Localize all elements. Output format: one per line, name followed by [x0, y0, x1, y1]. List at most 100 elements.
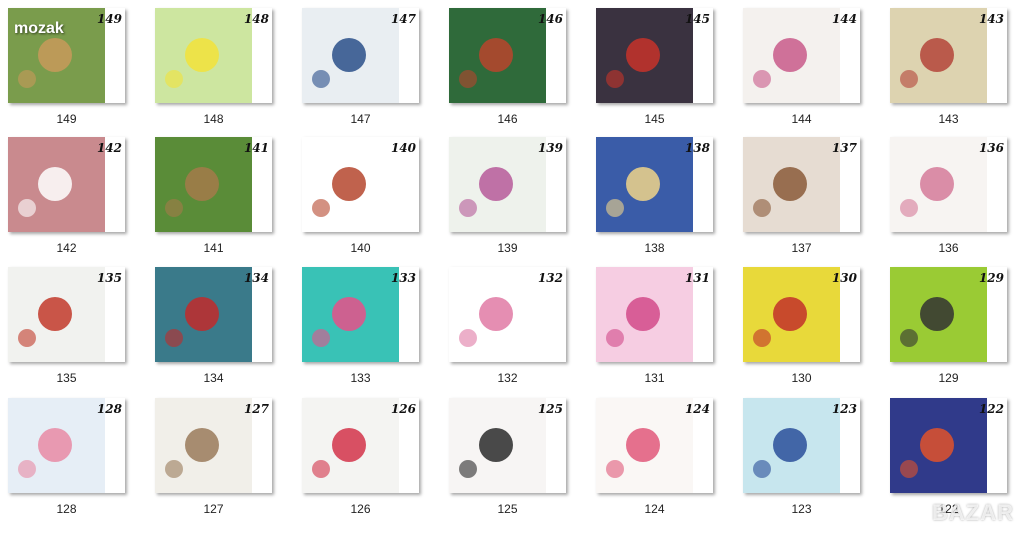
napkin-item[interactable]: 134 134 — [155, 267, 295, 393]
napkin-thumbnail[interactable]: 128 — [8, 398, 125, 493]
artwork-motif — [606, 460, 624, 478]
item-caption: 123 — [791, 502, 812, 516]
napkin-item[interactable]: 130 130 — [743, 267, 883, 393]
item-number-label: 148 — [243, 12, 269, 26]
item-caption: 130 — [791, 371, 812, 385]
artwork-motif — [753, 460, 771, 478]
artwork-motif — [459, 70, 477, 88]
artwork-motif — [900, 199, 918, 217]
artwork-motif — [626, 167, 660, 201]
napkin-item[interactable]: 126 126 — [302, 398, 442, 524]
item-number-label: 136 — [978, 141, 1004, 155]
napkin-item[interactable]: 125 125 — [449, 398, 589, 524]
item-caption: 132 — [497, 371, 518, 385]
napkin-item[interactable]: 127 127 — [155, 398, 295, 524]
napkin-item[interactable]: 132 132 — [449, 267, 589, 393]
napkin-thumbnail[interactable]: 134 — [155, 267, 272, 362]
artwork-motif — [773, 297, 807, 331]
napkin-thumbnail[interactable]: 125 — [449, 398, 566, 493]
artwork-motif — [18, 199, 36, 217]
item-number-label: 122 — [978, 402, 1004, 416]
napkin-thumbnail[interactable]: 124 — [596, 398, 713, 493]
napkin-item[interactable]: 144 144 — [743, 8, 883, 134]
item-caption: 133 — [350, 371, 371, 385]
napkin-thumbnail[interactable]: 130 — [743, 267, 860, 362]
watermark-logo-right: BAZAR — [932, 500, 1014, 525]
napkin-artwork — [449, 267, 546, 362]
napkin-thumbnail[interactable]: 144 — [743, 8, 860, 103]
napkin-thumbnail[interactable]: 140 — [302, 137, 419, 232]
napkin-item[interactable]: 131 131 — [596, 267, 736, 393]
napkin-artwork — [743, 398, 840, 493]
napkin-thumbnail[interactable]: 148 — [155, 8, 272, 103]
napkin-thumbnail[interactable]: 127 — [155, 398, 272, 493]
napkin-thumbnail[interactable]: 139 — [449, 137, 566, 232]
napkin-thumbnail[interactable]: 138 — [596, 137, 713, 232]
item-caption: 145 — [644, 112, 665, 126]
napkin-thumbnail[interactable]: 132 — [449, 267, 566, 362]
artwork-motif — [753, 329, 771, 347]
napkin-item[interactable]: 143 143 — [890, 8, 1024, 134]
artwork-motif — [479, 297, 513, 331]
artwork-motif — [38, 297, 72, 331]
napkin-thumbnail[interactable]: 137 — [743, 137, 860, 232]
napkin-thumbnail[interactable]: 135 — [8, 267, 125, 362]
artwork-motif — [38, 167, 72, 201]
napkin-item[interactable]: 146 146 — [449, 8, 589, 134]
napkin-thumbnail[interactable]: 141 — [155, 137, 272, 232]
artwork-motif — [459, 199, 477, 217]
napkin-item[interactable]: 148 148 — [155, 8, 295, 134]
napkin-artwork — [596, 137, 693, 232]
napkin-thumbnail[interactable]: 131 — [596, 267, 713, 362]
artwork-motif — [38, 428, 72, 462]
napkin-item[interactable]: 124 124 — [596, 398, 736, 524]
artwork-motif — [165, 70, 183, 88]
item-caption: 131 — [644, 371, 665, 385]
napkin-item[interactable]: 123 123 — [743, 398, 883, 524]
napkin-thumbnail[interactable]: 123 — [743, 398, 860, 493]
napkin-artwork — [449, 137, 546, 232]
napkin-thumbnail[interactable]: 129 — [890, 267, 1007, 362]
artwork-motif — [920, 167, 954, 201]
napkin-item[interactable]: 135 135 — [8, 267, 148, 393]
napkin-item[interactable]: 140 140 — [302, 137, 442, 263]
artwork-motif — [753, 199, 771, 217]
artwork-motif — [626, 428, 660, 462]
item-caption: 126 — [350, 502, 371, 516]
napkin-artwork — [890, 137, 987, 232]
napkin-item[interactable]: 142 142 — [8, 137, 148, 263]
napkin-artwork — [302, 8, 399, 103]
napkin-thumbnail[interactable]: 136 — [890, 137, 1007, 232]
napkin-item[interactable]: 133 133 — [302, 267, 442, 393]
napkin-thumbnail[interactable]: 143 — [890, 8, 1007, 103]
napkin-item[interactable]: 128 128 — [8, 398, 148, 524]
napkin-thumbnail[interactable]: 142 — [8, 137, 125, 232]
napkin-item[interactable]: 139 139 — [449, 137, 589, 263]
napkin-artwork — [743, 137, 840, 232]
napkin-thumbnail[interactable]: 126 — [302, 398, 419, 493]
napkin-artwork — [302, 398, 399, 493]
napkin-thumbnail[interactable]: 147 — [302, 8, 419, 103]
napkin-thumbnail[interactable]: 145 — [596, 8, 713, 103]
napkin-artwork — [155, 398, 252, 493]
item-number-label: 126 — [390, 402, 416, 416]
napkin-item[interactable]: 129 129 — [890, 267, 1024, 393]
item-caption: 134 — [203, 371, 224, 385]
napkin-thumbnail[interactable]: 146 — [449, 8, 566, 103]
napkin-thumbnail[interactable]: 133 — [302, 267, 419, 362]
artwork-motif — [606, 329, 624, 347]
artwork-motif — [38, 38, 72, 72]
napkin-item[interactable]: 147 147 — [302, 8, 442, 134]
napkin-item[interactable]: 138 138 — [596, 137, 736, 263]
napkin-thumbnail[interactable]: 122 — [890, 398, 1007, 493]
napkin-item[interactable]: 136 136 — [890, 137, 1024, 263]
artwork-motif — [18, 460, 36, 478]
item-caption: 138 — [644, 241, 665, 255]
napkin-item[interactable]: 137 137 — [743, 137, 883, 263]
napkin-item[interactable]: 145 145 — [596, 8, 736, 134]
napkin-item[interactable]: 141 141 — [155, 137, 295, 263]
item-caption: 127 — [203, 502, 224, 516]
napkin-artwork — [743, 8, 840, 103]
artwork-motif — [165, 199, 183, 217]
item-number-label: 139 — [537, 141, 563, 155]
